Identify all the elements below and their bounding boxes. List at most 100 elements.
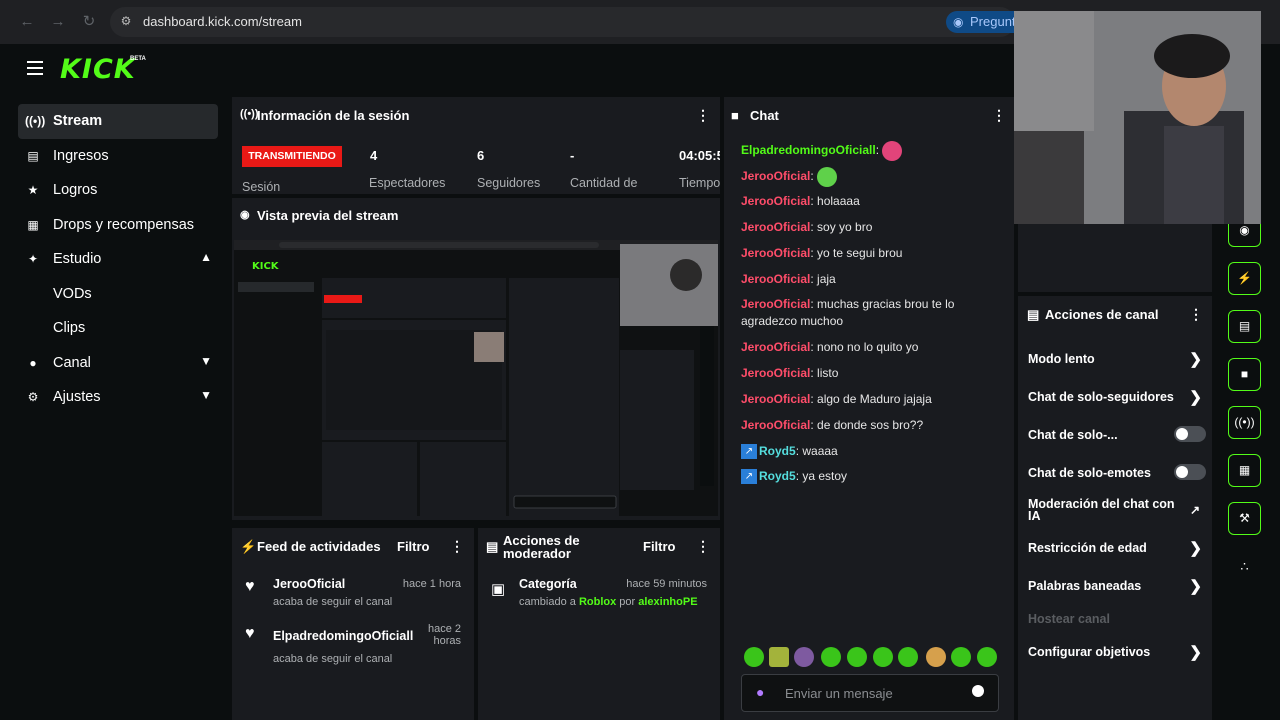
rail-lightning-button[interactable]: ⚡ bbox=[1228, 262, 1261, 295]
chat-username[interactable]: JerooOficial bbox=[741, 418, 810, 432]
chat-username[interactable]: Royd5 bbox=[759, 469, 796, 483]
microphone-icon[interactable]: ● bbox=[756, 684, 764, 700]
chat-message: JerooOficial: yo te segui brou bbox=[741, 245, 1001, 262]
sidebar-item-clips[interactable]: Clips bbox=[18, 311, 218, 346]
action-label: Modo lento bbox=[1028, 352, 1095, 366]
emote-icon[interactable] bbox=[794, 647, 814, 667]
stat-viewers-label: Espectadores bbox=[369, 176, 446, 190]
sidebar-item-drops[interactable]: ▦ Drops y recompensas bbox=[18, 208, 218, 243]
action-configure-goals[interactable]: Configurar objetivos ❯ bbox=[1028, 644, 1208, 661]
chevron-down-icon[interactable]: ▼ bbox=[200, 354, 212, 368]
chat-text: algo de Maduro jajaja bbox=[817, 392, 932, 406]
chat-message-input[interactable]: ● Enviar un mensaje bbox=[741, 674, 999, 712]
emotes-only-toggle[interactable] bbox=[1174, 464, 1206, 480]
chat-username[interactable]: JerooOficial bbox=[741, 366, 810, 380]
action-label: Chat de solo-... bbox=[1028, 428, 1118, 442]
clipboard-icon: ▤ bbox=[1027, 307, 1040, 322]
chat-message: JerooOficial: holaaaa bbox=[741, 193, 1001, 210]
action-slow-mode[interactable]: Modo lento ❯ bbox=[1028, 351, 1208, 368]
chat-username[interactable]: JerooOficial bbox=[741, 194, 810, 208]
emote-icon[interactable] bbox=[769, 647, 789, 667]
feed-action: acaba de seguir el canal bbox=[273, 653, 393, 665]
menu-icon[interactable] bbox=[27, 61, 43, 75]
chat-username[interactable]: JerooOficial bbox=[741, 220, 810, 234]
action-ai-moderation[interactable]: Moderación del chat con IA bbox=[1028, 497, 1188, 523]
mod-item-moderator[interactable]: alexinhoPE bbox=[638, 596, 697, 608]
site-info-icon[interactable]: ⚙ bbox=[118, 13, 134, 29]
stat-viewers-value: 4 bbox=[370, 148, 378, 163]
chat-username[interactable]: ElpadredomingoOficiall bbox=[741, 143, 876, 157]
subscribers-only-toggle[interactable] bbox=[1174, 426, 1206, 442]
chat-username[interactable]: JerooOficial bbox=[741, 340, 810, 354]
emote-icon[interactable] bbox=[873, 647, 893, 667]
emote-icon[interactable] bbox=[821, 647, 841, 667]
rail-wrench-button[interactable]: ⚒ bbox=[1228, 502, 1261, 535]
chat-title: Chat bbox=[750, 108, 779, 123]
mod-item-prefix: cambiado a bbox=[519, 596, 576, 608]
kick-logo[interactable]: KICK bbox=[60, 54, 136, 85]
emote-icon[interactable] bbox=[977, 647, 997, 667]
sidebar-item-vods[interactable]: VODs bbox=[18, 277, 218, 312]
forward-icon[interactable]: → bbox=[48, 12, 68, 32]
chevron-up-icon[interactable]: ▲ bbox=[200, 250, 212, 264]
feed-user[interactable]: ElpadredomingoOficiall bbox=[273, 629, 413, 643]
live-status-badge: TRANSMITIENDO bbox=[242, 146, 342, 167]
badge-icon: ↗ bbox=[741, 444, 757, 460]
emote-icon[interactable] bbox=[951, 647, 971, 667]
mod-filter-button[interactable]: Filtro bbox=[643, 539, 676, 554]
action-banned-words[interactable]: Palabras baneadas ❯ bbox=[1028, 578, 1208, 595]
url-text[interactable]: dashboard.kick.com/stream bbox=[143, 14, 302, 29]
back-icon[interactable]: ← bbox=[17, 12, 37, 32]
kebab-menu-icon[interactable]: ⋮ bbox=[696, 538, 710, 555]
kebab-menu-icon[interactable]: ⋮ bbox=[1189, 306, 1203, 323]
feed-filter-button[interactable]: Filtro bbox=[397, 539, 430, 554]
chat-username[interactable]: Royd5 bbox=[759, 444, 796, 458]
emote-icon[interactable] bbox=[847, 647, 867, 667]
rail-more-icon[interactable]: ∴ bbox=[1228, 550, 1261, 583]
chat-username[interactable]: JerooOficial bbox=[741, 297, 810, 311]
chat-username[interactable]: JerooOficial bbox=[741, 169, 810, 183]
sidebar-item-ingresos[interactable]: ▤ Ingresos bbox=[18, 139, 218, 174]
studio-icon: ✦ bbox=[27, 252, 39, 266]
chat-message: JerooOficial: listo bbox=[741, 365, 1001, 382]
chat-panel bbox=[724, 97, 1014, 720]
stream-preview[interactable]: KICK bbox=[234, 240, 718, 516]
feed-time: hace 2 horas bbox=[427, 623, 461, 647]
sidebar-item-canal[interactable]: ● Canal ▼ bbox=[18, 346, 218, 381]
chat-text: listo bbox=[817, 366, 839, 380]
heart-icon: ♥ bbox=[245, 578, 255, 595]
external-link-icon[interactable]: ↗ bbox=[1190, 503, 1204, 517]
action-age-restriction[interactable]: Restricción de edad ❯ bbox=[1028, 540, 1208, 557]
mod-item-category[interactable]: Roblox bbox=[579, 596, 616, 608]
rail-notes-button[interactable]: ▤ bbox=[1228, 310, 1261, 343]
sidebar-item-estudio[interactable]: ✦ Estudio ▲ bbox=[18, 242, 218, 277]
chat-username[interactable]: JerooOficial bbox=[741, 392, 810, 406]
emote-icon[interactable] bbox=[744, 647, 764, 667]
rail-chat-button[interactable]: ■ bbox=[1228, 358, 1261, 391]
emote-icon[interactable] bbox=[898, 647, 918, 667]
kebab-menu-icon[interactable]: ⋮ bbox=[696, 107, 710, 124]
sidebar-item-ajustes[interactable]: ⚙ Ajustes ▼ bbox=[18, 380, 218, 415]
stat-time-value: 04:05:5 bbox=[679, 148, 720, 163]
feed-user[interactable]: JerooOficial bbox=[273, 577, 345, 591]
rail-broadcast-button[interactable]: ((•)) bbox=[1228, 406, 1261, 439]
action-followers-only[interactable]: Chat de solo-seguidores ❯ bbox=[1028, 389, 1208, 406]
chevron-right-icon: ❯ bbox=[1189, 644, 1202, 661]
feed-title: Feed de actividades bbox=[257, 539, 381, 554]
sidebar-item-stream[interactable]: ((•)) Stream bbox=[18, 104, 218, 139]
feed-action: acaba de seguir el canal bbox=[273, 596, 393, 608]
emote-icon[interactable] bbox=[926, 647, 946, 667]
action-label: Palabras baneadas bbox=[1028, 579, 1142, 593]
kebab-menu-icon[interactable]: ⋮ bbox=[450, 538, 464, 555]
chevron-down-icon[interactable]: ▼ bbox=[200, 388, 212, 402]
kebab-menu-icon[interactable]: ⋮ bbox=[992, 107, 1006, 124]
reload-icon[interactable]: ↻ bbox=[79, 12, 99, 32]
heart-icon: ♥ bbox=[245, 625, 255, 642]
chat-username[interactable]: JerooOficial bbox=[741, 246, 810, 260]
action-label: Moderación del chat con IA bbox=[1028, 497, 1175, 523]
chat-username[interactable]: JerooOficial bbox=[741, 272, 810, 286]
emoji-icon[interactable] bbox=[972, 685, 984, 697]
webcam-feed bbox=[1014, 11, 1261, 224]
rail-layout-button[interactable]: ▦ bbox=[1228, 454, 1261, 487]
sidebar-item-logros[interactable]: ★ Logros bbox=[18, 173, 218, 208]
